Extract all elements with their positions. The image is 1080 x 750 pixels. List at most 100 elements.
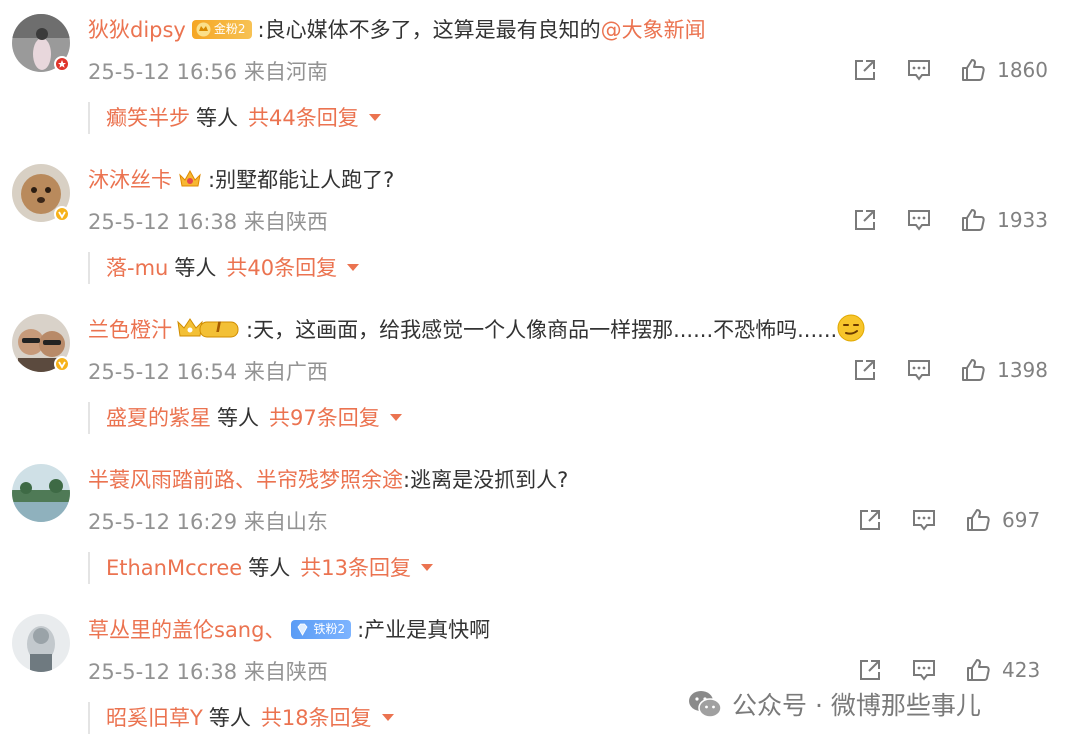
comment-location: 来自广西 — [243, 360, 328, 384]
username-link[interactable]: 沐沐丝卡 — [88, 168, 172, 192]
share-icon[interactable] — [856, 656, 884, 684]
username-link[interactable]: 兰色橙汁 — [88, 318, 172, 342]
comment-item: 狄狄dipsy 金粉2 :良心媒体不多了，这算是最有良知的@大象新闻 25-5-12… — [0, 0, 1080, 150]
comment-meta: 25-5-12 16:38 来自陕西 — [88, 658, 328, 686]
username-link[interactable]: 半蓑风雨踏前路、半帘残梦照余途 — [88, 468, 403, 492]
comment-time: 25-5-12 16:56 — [88, 60, 238, 84]
watermark-text: 公众号 · 微博那些事儿 — [732, 691, 981, 720]
reply-mid-text: 等人 — [208, 706, 251, 730]
comment-text: :天，这画面，给我感觉一个人像商品一样摆那......不恐怖吗...... — [246, 318, 838, 342]
comment-icon[interactable] — [905, 56, 933, 84]
comment-line: 草丛里的盖伦sang、 铁粉2:产业是真快啊 — [88, 614, 490, 646]
reply-user-link[interactable]: EthanMccree — [106, 556, 242, 580]
share-icon[interactable] — [856, 506, 884, 534]
fan-badge[interactable]: 金粉2 — [191, 19, 252, 39]
fan-badge-label: 金粉2 — [213, 21, 246, 36]
comment-icon[interactable] — [910, 656, 938, 684]
comment-line: 狄狄dipsy 金粉2 :良心媒体不多了，这算是最有良知的@大象新闻 — [88, 14, 706, 46]
share-icon[interactable] — [851, 56, 879, 84]
watermark: 公众号 · 微博那些事儿 — [688, 684, 981, 724]
reply-mid-text: 等人 — [248, 556, 291, 580]
like-count: 1860 — [997, 58, 1048, 82]
reply-summary[interactable]: 癫笑半步 等人 共44条回复 — [88, 102, 381, 134]
reply-total-link[interactable]: 共97条回复 — [269, 406, 380, 430]
comment-actions: 1933 — [851, 206, 1048, 234]
comment-text: :别墅都能让人跑了? — [208, 168, 395, 192]
comment-time: 25-5-12 16:38 — [88, 210, 238, 234]
like-count: 697 — [1002, 508, 1041, 532]
thumbs-up-icon[interactable] — [964, 656, 992, 684]
diamond-icon — [297, 623, 308, 636]
avatar[interactable] — [12, 614, 70, 672]
smirk-emoji-icon — [837, 314, 865, 342]
comment-time: 25-5-12 16:29 — [88, 510, 238, 534]
chevron-down-icon[interactable] — [420, 564, 433, 571]
reply-total-link[interactable]: 共13条回复 — [300, 556, 411, 580]
share-icon[interactable] — [851, 206, 879, 234]
comment-icon[interactable] — [910, 506, 938, 534]
comment-actions: 423 — [856, 656, 1048, 684]
reply-total-link[interactable]: 共18条回复 — [261, 706, 372, 730]
reply-summary[interactable]: 盛夏的紫星 等人 共97条回复 — [88, 402, 402, 434]
comment-location: 来自山东 — [243, 510, 328, 534]
like-count: 1398 — [997, 358, 1048, 382]
chevron-down-icon[interactable] — [381, 714, 394, 721]
comment-text: :逃离是没抓到人? — [403, 468, 569, 492]
comment-meta: 25-5-12 16:56 来自河南 — [88, 58, 328, 86]
reply-user-link[interactable]: 落-mu — [106, 256, 168, 280]
mention-link[interactable]: @大象新闻 — [601, 18, 706, 42]
vip-badge[interactable]: I — [176, 316, 240, 340]
comment-item: 半蓑风雨踏前路、半帘残梦照余途:逃离是没抓到人? 25-5-12 16:29 来… — [0, 450, 1080, 600]
comment-actions: 1398 — [851, 356, 1048, 384]
username-link[interactable]: 草丛里的盖伦sang、 — [88, 618, 285, 642]
reply-mid-text: 等人 — [174, 256, 217, 280]
comment-text: :良心媒体不多了，这算是最有良知的 — [257, 18, 601, 42]
like-count: 423 — [1002, 658, 1041, 682]
comment-time: 25-5-12 16:38 — [88, 660, 238, 684]
thumbs-up-icon[interactable] — [964, 506, 992, 534]
thumbs-up-icon[interactable] — [959, 356, 987, 384]
vip-level: I — [216, 320, 222, 336]
username-link[interactable]: 狄狄dipsy — [88, 18, 186, 42]
verified-badge-icon — [54, 356, 70, 372]
reply-user-link[interactable]: 癫笑半步 — [106, 106, 190, 130]
reply-user-link[interactable]: 盛夏的紫星 — [106, 406, 211, 430]
comment-time: 25-5-12 16:54 — [88, 360, 238, 384]
reply-total-link[interactable]: 共40条回复 — [226, 256, 337, 280]
comment-actions: 697 — [856, 506, 1048, 534]
wechat-icon — [689, 691, 722, 718]
comment-location: 来自河南 — [243, 60, 328, 84]
reply-user-link[interactable]: 昭奚旧草Y — [106, 706, 203, 730]
reply-mid-text: 等人 — [196, 106, 238, 130]
verified-badge-icon — [54, 206, 70, 222]
chevron-down-icon[interactable] — [347, 264, 360, 271]
comment-line: 兰色橙汁 I :天，这画面，给我感觉一个人像商品一样摆那......不恐怖吗....… — [88, 314, 865, 348]
comment-text: :产业是真快啊 — [357, 618, 491, 642]
avatar[interactable] — [12, 464, 70, 522]
comment-icon[interactable] — [905, 356, 933, 384]
reply-summary[interactable]: EthanMccree 等人 共13条回复 — [88, 552, 433, 584]
comment-meta: 25-5-12 16:29 来自山东 — [88, 508, 328, 536]
comment-icon[interactable] — [905, 206, 933, 234]
reply-summary[interactable]: 昭奚旧草Y 等人 共18条回复 — [88, 702, 394, 734]
comment-actions: 1860 — [851, 56, 1048, 84]
thumbs-up-icon[interactable] — [959, 56, 987, 84]
comment-item: 草丛里的盖伦sang、 铁粉2:产业是真快啊 25-5-12 16:38 来自陕西… — [0, 600, 1080, 750]
chevron-down-icon[interactable] — [368, 114, 381, 121]
fan-badge[interactable]: 铁粉2 — [291, 619, 352, 639]
reply-total-link[interactable]: 共44条回复 — [248, 106, 359, 130]
like-count: 1933 — [997, 208, 1048, 232]
fan-badge-icon — [196, 22, 211, 36]
comment-location: 来自陕西 — [243, 660, 328, 684]
reply-summary[interactable]: 落-mu 等人 共40条回复 — [88, 252, 360, 284]
comment-line: 半蓑风雨踏前路、半帘残梦照余途:逃离是没抓到人? — [88, 464, 568, 496]
vip-crown-icon — [177, 318, 239, 338]
verified-badge-icon — [54, 56, 70, 72]
crown-icon — [179, 169, 201, 187]
chevron-down-icon[interactable] — [389, 414, 402, 421]
comment-line: 沐沐丝卡 :别墅都能让人跑了? — [88, 164, 394, 196]
reply-mid-text: 等人 — [217, 406, 259, 430]
thumbs-up-icon[interactable] — [959, 206, 987, 234]
comment-meta: 25-5-12 16:54 来自广西 — [88, 358, 328, 386]
share-icon[interactable] — [851, 356, 879, 384]
